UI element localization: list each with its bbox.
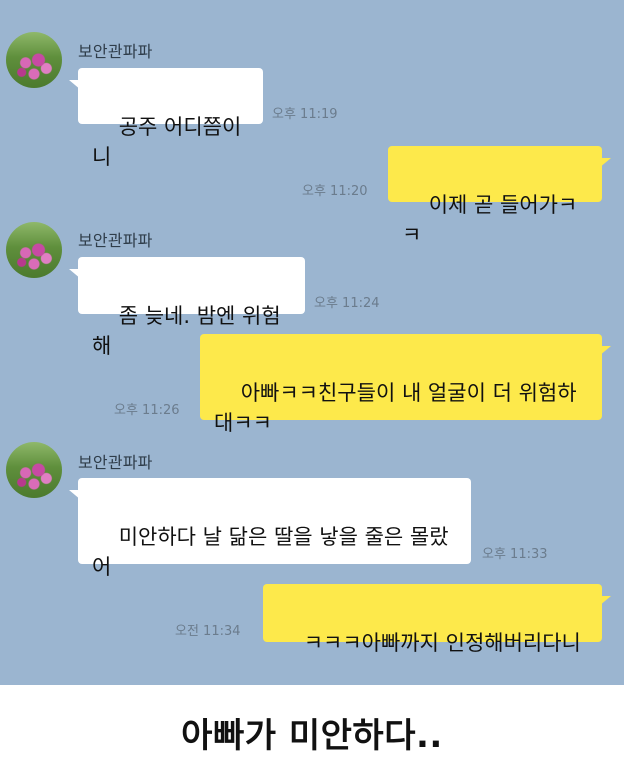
message-text: 미안하다 날 닮은 딸을 낳을 줄은 몰랐 어 [92, 525, 449, 579]
sender-avatar[interactable] [6, 32, 62, 88]
message-time: 오후 11:20 [302, 184, 368, 199]
sent-message-bubble[interactable]: ㅋㅋㅋ아빠까지 인정해버리다니 [263, 584, 611, 655]
message-time: 오전 11:34 [175, 624, 241, 639]
sender-name: 보안관파파 [78, 453, 153, 472]
received-message-bubble[interactable]: 공주 어디쯤이니 [69, 68, 263, 169]
sender-name: 보안관파파 [78, 42, 153, 61]
chat-area[interactable]: 보안관파파 공주 어디쯤이니 오후 11:19 오후 11:20 이제 곧 들어… [0, 0, 624, 685]
message-text: 이제 곧 들어가ㅋㅋ [402, 193, 578, 247]
sender-avatar[interactable] [6, 442, 62, 498]
message-text: 공주 어디쯤이니 [92, 115, 242, 169]
message-time: 오후 11:33 [482, 547, 548, 562]
message-text: ㅋㅋㅋ아빠까지 인정해버리다니 [303, 631, 581, 655]
received-message-bubble[interactable]: 미안하다 날 닮은 딸을 낳을 줄은 몰랐 어 [69, 478, 471, 579]
received-message-bubble[interactable]: 좀 늦네. 밤엔 위험해 [69, 257, 305, 358]
sent-message-bubble[interactable]: 아빠ㅋㅋ친구들이 내 얼굴이 더 위험하 대ㅋㅋ [200, 334, 611, 435]
sent-message-bubble[interactable]: 이제 곧 들어가ㅋㅋ [388, 146, 611, 247]
message-time: 오후 11:19 [272, 107, 338, 122]
message-text: 아빠ㅋㅋ친구들이 내 얼굴이 더 위험하 대ㅋㅋ [214, 381, 577, 435]
caption-text: 아빠가 미안하다.. [181, 716, 443, 756]
message-time: 오후 11:24 [314, 296, 380, 311]
message-time: 오후 11:26 [114, 403, 180, 418]
sender-name: 보안관파파 [78, 231, 153, 250]
sender-avatar[interactable] [6, 222, 62, 278]
